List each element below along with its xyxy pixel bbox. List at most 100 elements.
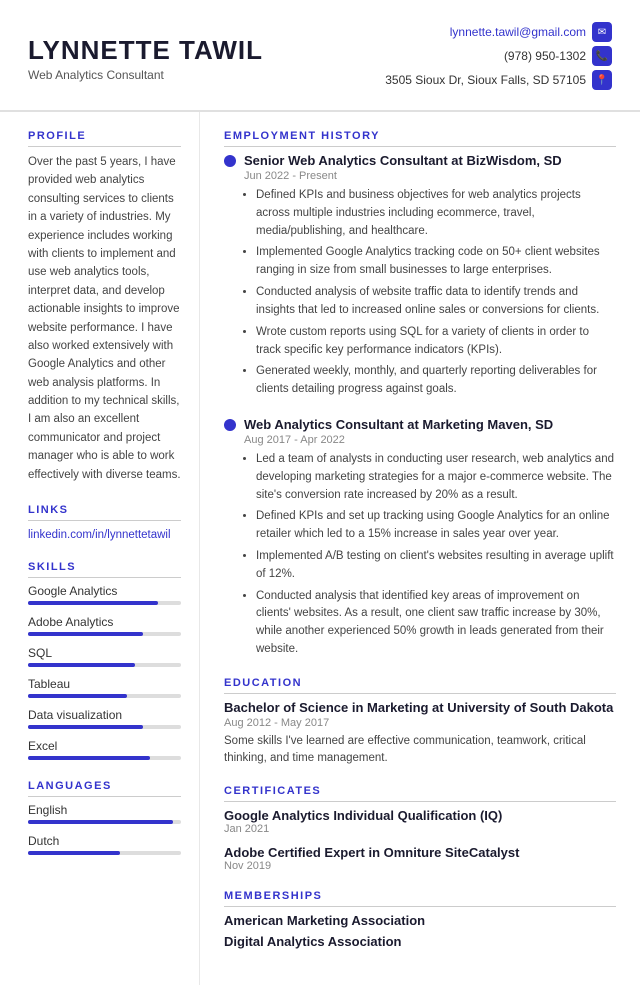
job-bullet: Wrote custom reports using SQL for a var… (256, 324, 616, 360)
jobs-list: Senior Web Analytics Consultant at BizWi… (224, 153, 616, 659)
body: PROFILE Over the past 5 years, I have pr… (0, 112, 640, 985)
job-header: Senior Web Analytics Consultant at BizWi… (224, 153, 616, 168)
certificates-section: CERTIFICATES Google Analytics Individual… (224, 785, 616, 872)
skill-bar-bg (28, 725, 181, 729)
languages-title: LANGUAGES (28, 780, 181, 797)
certificates-list: Google Analytics Individual Qualificatio… (224, 808, 616, 872)
job-bullets: Led a team of analysts in conducting use… (244, 451, 616, 659)
membership-item: American Marketing Association (224, 913, 616, 928)
skill-item: Adobe Analytics (28, 615, 181, 636)
language-item: Dutch (28, 834, 181, 855)
education-section: EDUCATION Bachelor of Science in Marketi… (224, 677, 616, 768)
phone-text: (978) 950-1302 (504, 49, 586, 63)
education-title: EDUCATION (224, 677, 616, 694)
job-bullet: Conducted analysis that identified key a… (256, 588, 616, 659)
language-name: English (28, 803, 181, 817)
skill-bar-bg (28, 756, 181, 760)
email-icon: ✉ (592, 22, 612, 42)
job-dot (224, 419, 236, 431)
header: LYNNETTE TAWIL Web Analytics Consultant … (0, 0, 640, 112)
skill-bar-fill (28, 632, 143, 636)
certificate-item: Google Analytics Individual Qualificatio… (224, 808, 616, 835)
email-row: lynnette.tawil@gmail.com ✉ (385, 22, 612, 42)
skill-name: SQL (28, 646, 181, 660)
skill-name: Tableau (28, 677, 181, 691)
skill-bar-fill (28, 725, 143, 729)
job-dot (224, 155, 236, 167)
memberships-list: American Marketing Association Digital An… (224, 913, 616, 949)
skill-bar-bg (28, 632, 181, 636)
profile-text: Over the past 5 years, I have provided w… (28, 153, 181, 484)
skill-item: Tableau (28, 677, 181, 698)
skill-name: Adobe Analytics (28, 615, 181, 629)
cert-date: Nov 2019 (224, 860, 616, 872)
skill-item: Google Analytics (28, 584, 181, 605)
job-bullet: Conducted analysis of website traffic da… (256, 284, 616, 320)
job-bullet: Defined KPIs and business objectives for… (256, 187, 616, 240)
skills-list: Google Analytics Adobe Analytics SQL Tab… (28, 584, 181, 760)
main-content: EMPLOYMENT HISTORY Senior Web Analytics … (200, 112, 640, 985)
header-left: LYNNETTE TAWIL Web Analytics Consultant (28, 35, 263, 82)
language-item: English (28, 803, 181, 824)
job-title: Web Analytics Consultant at Marketing Ma… (244, 417, 553, 432)
job-title: Senior Web Analytics Consultant at BizWi… (244, 153, 562, 168)
languages-section: LANGUAGES English Dutch (28, 780, 181, 855)
candidate-title: Web Analytics Consultant (28, 68, 263, 82)
address-text: 3505 Sioux Dr, Sioux Falls, SD 57105 (385, 73, 586, 87)
links-section: LINKS linkedin.com/in/lynnettetawil (28, 504, 181, 541)
phone-row: (978) 950-1302 📞 (385, 46, 612, 66)
email-link[interactable]: lynnette.tawil@gmail.com (450, 25, 586, 39)
skill-bar-bg (28, 601, 181, 605)
skill-bar-fill (28, 601, 158, 605)
profile-section: PROFILE Over the past 5 years, I have pr… (28, 130, 181, 484)
education-list: Bachelor of Science in Marketing at Univ… (224, 700, 616, 768)
skills-section: SKILLS Google Analytics Adobe Analytics … (28, 561, 181, 760)
job-bullet: Led a team of analysts in conducting use… (256, 451, 616, 504)
language-bar-fill (28, 851, 120, 855)
skill-bar-fill (28, 694, 127, 698)
job-bullet: Implemented Google Analytics tracking co… (256, 244, 616, 280)
resume-page: LYNNETTE TAWIL Web Analytics Consultant … (0, 0, 640, 985)
language-bar-bg (28, 820, 181, 824)
job-bullet: Generated weekly, monthly, and quarterly… (256, 363, 616, 399)
address-row: 3505 Sioux Dr, Sioux Falls, SD 57105 📍 (385, 70, 612, 90)
language-bar-fill (28, 820, 173, 824)
skill-bar-bg (28, 694, 181, 698)
cert-title: Adobe Certified Expert in Omniture SiteC… (224, 845, 616, 860)
skill-bar-fill (28, 663, 135, 667)
sidebar: PROFILE Over the past 5 years, I have pr… (0, 112, 200, 985)
skill-item: Data visualization (28, 708, 181, 729)
job-date: Aug 2017 - Apr 2022 (244, 434, 616, 446)
certificate-item: Adobe Certified Expert in Omniture SiteC… (224, 845, 616, 872)
skill-name: Data visualization (28, 708, 181, 722)
skill-name: Google Analytics (28, 584, 181, 598)
education-item: Bachelor of Science in Marketing at Univ… (224, 700, 616, 768)
language-name: Dutch (28, 834, 181, 848)
cert-date: Jan 2021 (224, 823, 616, 835)
edu-title: Bachelor of Science in Marketing at Univ… (224, 700, 616, 715)
edu-desc: Some skills I've learned are effective c… (224, 733, 616, 768)
candidate-name: LYNNETTE TAWIL (28, 35, 263, 66)
language-bar-bg (28, 851, 181, 855)
phone-icon: 📞 (592, 46, 612, 66)
links-title: LINKS (28, 504, 181, 521)
employment-section: EMPLOYMENT HISTORY Senior Web Analytics … (224, 130, 616, 659)
profile-title: PROFILE (28, 130, 181, 147)
skills-title: SKILLS (28, 561, 181, 578)
certificates-title: CERTIFICATES (224, 785, 616, 802)
job-item: Senior Web Analytics Consultant at BizWi… (224, 153, 616, 399)
edu-date: Aug 2012 - May 2017 (224, 717, 616, 729)
skill-item: SQL (28, 646, 181, 667)
job-item: Web Analytics Consultant at Marketing Ma… (224, 417, 616, 659)
skill-bar-fill (28, 756, 150, 760)
cert-title: Google Analytics Individual Qualificatio… (224, 808, 616, 823)
location-icon: 📍 (592, 70, 612, 90)
skill-name: Excel (28, 739, 181, 753)
memberships-section: MEMBERSHIPS American Marketing Associati… (224, 890, 616, 949)
job-bullets: Defined KPIs and business objectives for… (244, 187, 616, 399)
linkedin-link[interactable]: linkedin.com/in/lynnettetawil (28, 529, 171, 541)
membership-item: Digital Analytics Association (224, 934, 616, 949)
employment-title: EMPLOYMENT HISTORY (224, 130, 616, 147)
job-bullet: Defined KPIs and set up tracking using G… (256, 508, 616, 544)
header-right: lynnette.tawil@gmail.com ✉ (978) 950-130… (385, 22, 612, 94)
